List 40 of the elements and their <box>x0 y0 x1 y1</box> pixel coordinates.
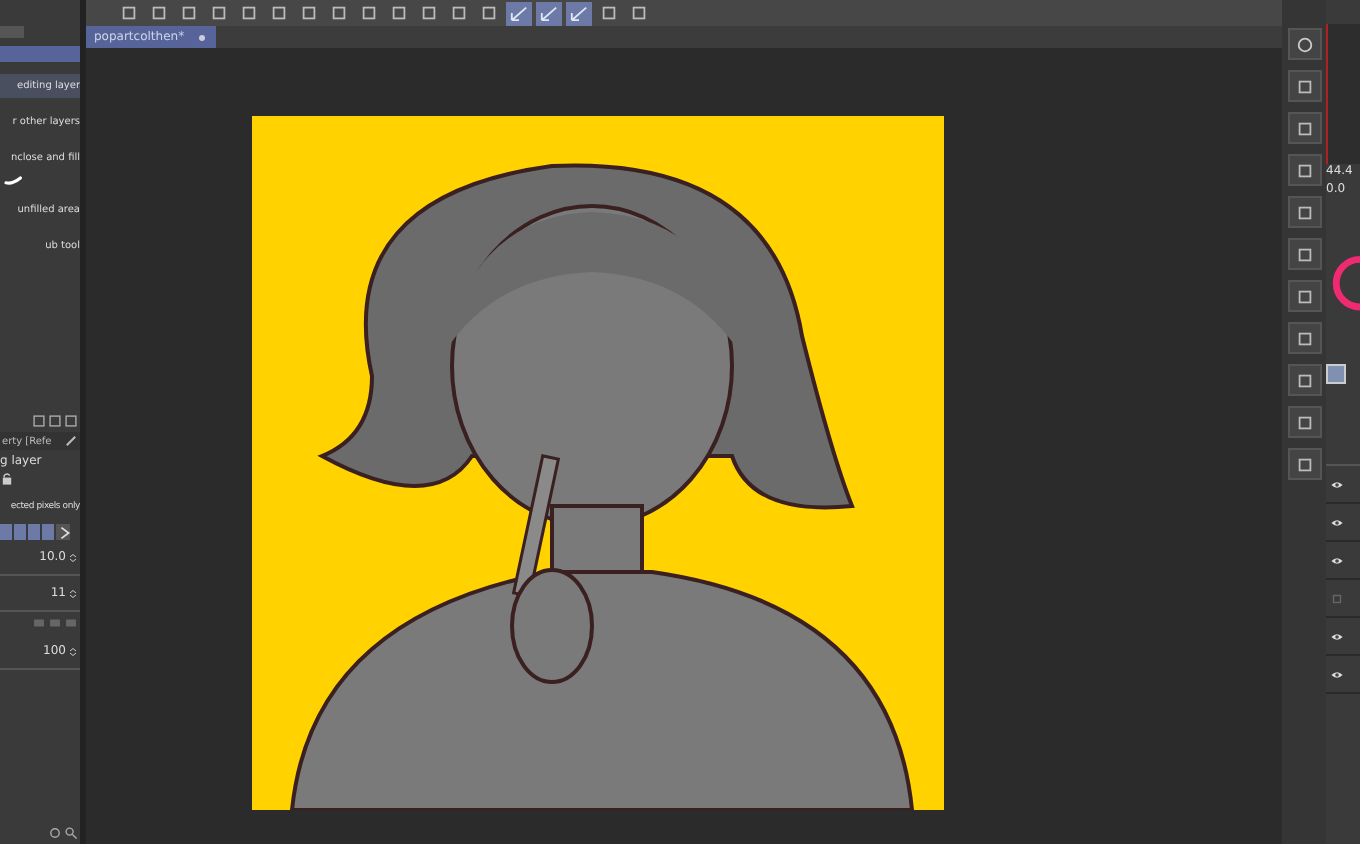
square-icon[interactable] <box>1295 371 1313 389</box>
magnifier-icon[interactable] <box>1295 35 1313 53</box>
panel-button[interactable] <box>1287 70 1321 102</box>
panel-button[interactable] <box>1287 280 1321 312</box>
spinner-icon[interactable] <box>68 645 78 657</box>
color-swatch[interactable] <box>1326 364 1346 384</box>
square-icon[interactable] <box>1295 287 1313 305</box>
check-button[interactable] <box>566 1 592 25</box>
close-icon[interactable] <box>196 31 209 43</box>
lock-icon[interactable] <box>0 472 14 486</box>
next-button[interactable] <box>56 524 70 540</box>
panel-button[interactable] <box>1287 448 1321 480</box>
spinner-icon[interactable] <box>68 587 78 599</box>
panel-button[interactable] <box>1287 112 1321 144</box>
square-icon[interactable] <box>1295 119 1313 137</box>
eye-icon[interactable] <box>1330 629 1344 643</box>
square-icon[interactable] <box>1295 203 1313 221</box>
square-icon[interactable] <box>1295 329 1313 347</box>
eye-icon[interactable] <box>1330 667 1344 681</box>
check-button[interactable] <box>506 1 532 25</box>
square-icon[interactable] <box>1295 161 1313 179</box>
square-icon[interactable] <box>1295 77 1313 95</box>
square-icon[interactable] <box>1295 455 1313 473</box>
panel-header <box>0 46 80 62</box>
check-button[interactable] <box>536 1 562 25</box>
eye-icon[interactable] <box>1330 553 1344 567</box>
panel-button[interactable] <box>1287 238 1321 270</box>
square-icon[interactable] <box>1295 413 1313 431</box>
search-icon[interactable] <box>64 826 78 840</box>
panel-button[interactable] <box>1287 364 1321 396</box>
brush-stroke-icon <box>0 170 28 186</box>
spinner-icon[interactable] <box>68 551 78 563</box>
panel-button[interactable] <box>1287 196 1321 228</box>
panel-button[interactable] <box>1287 406 1321 438</box>
panel-button[interactable] <box>1287 154 1321 186</box>
eye-icon[interactable] <box>1330 477 1344 491</box>
square-icon[interactable] <box>1295 245 1313 263</box>
panel-button[interactable] <box>1287 322 1321 354</box>
eye-icon[interactable] <box>1330 515 1344 529</box>
zoom-button[interactable] <box>1287 28 1321 60</box>
